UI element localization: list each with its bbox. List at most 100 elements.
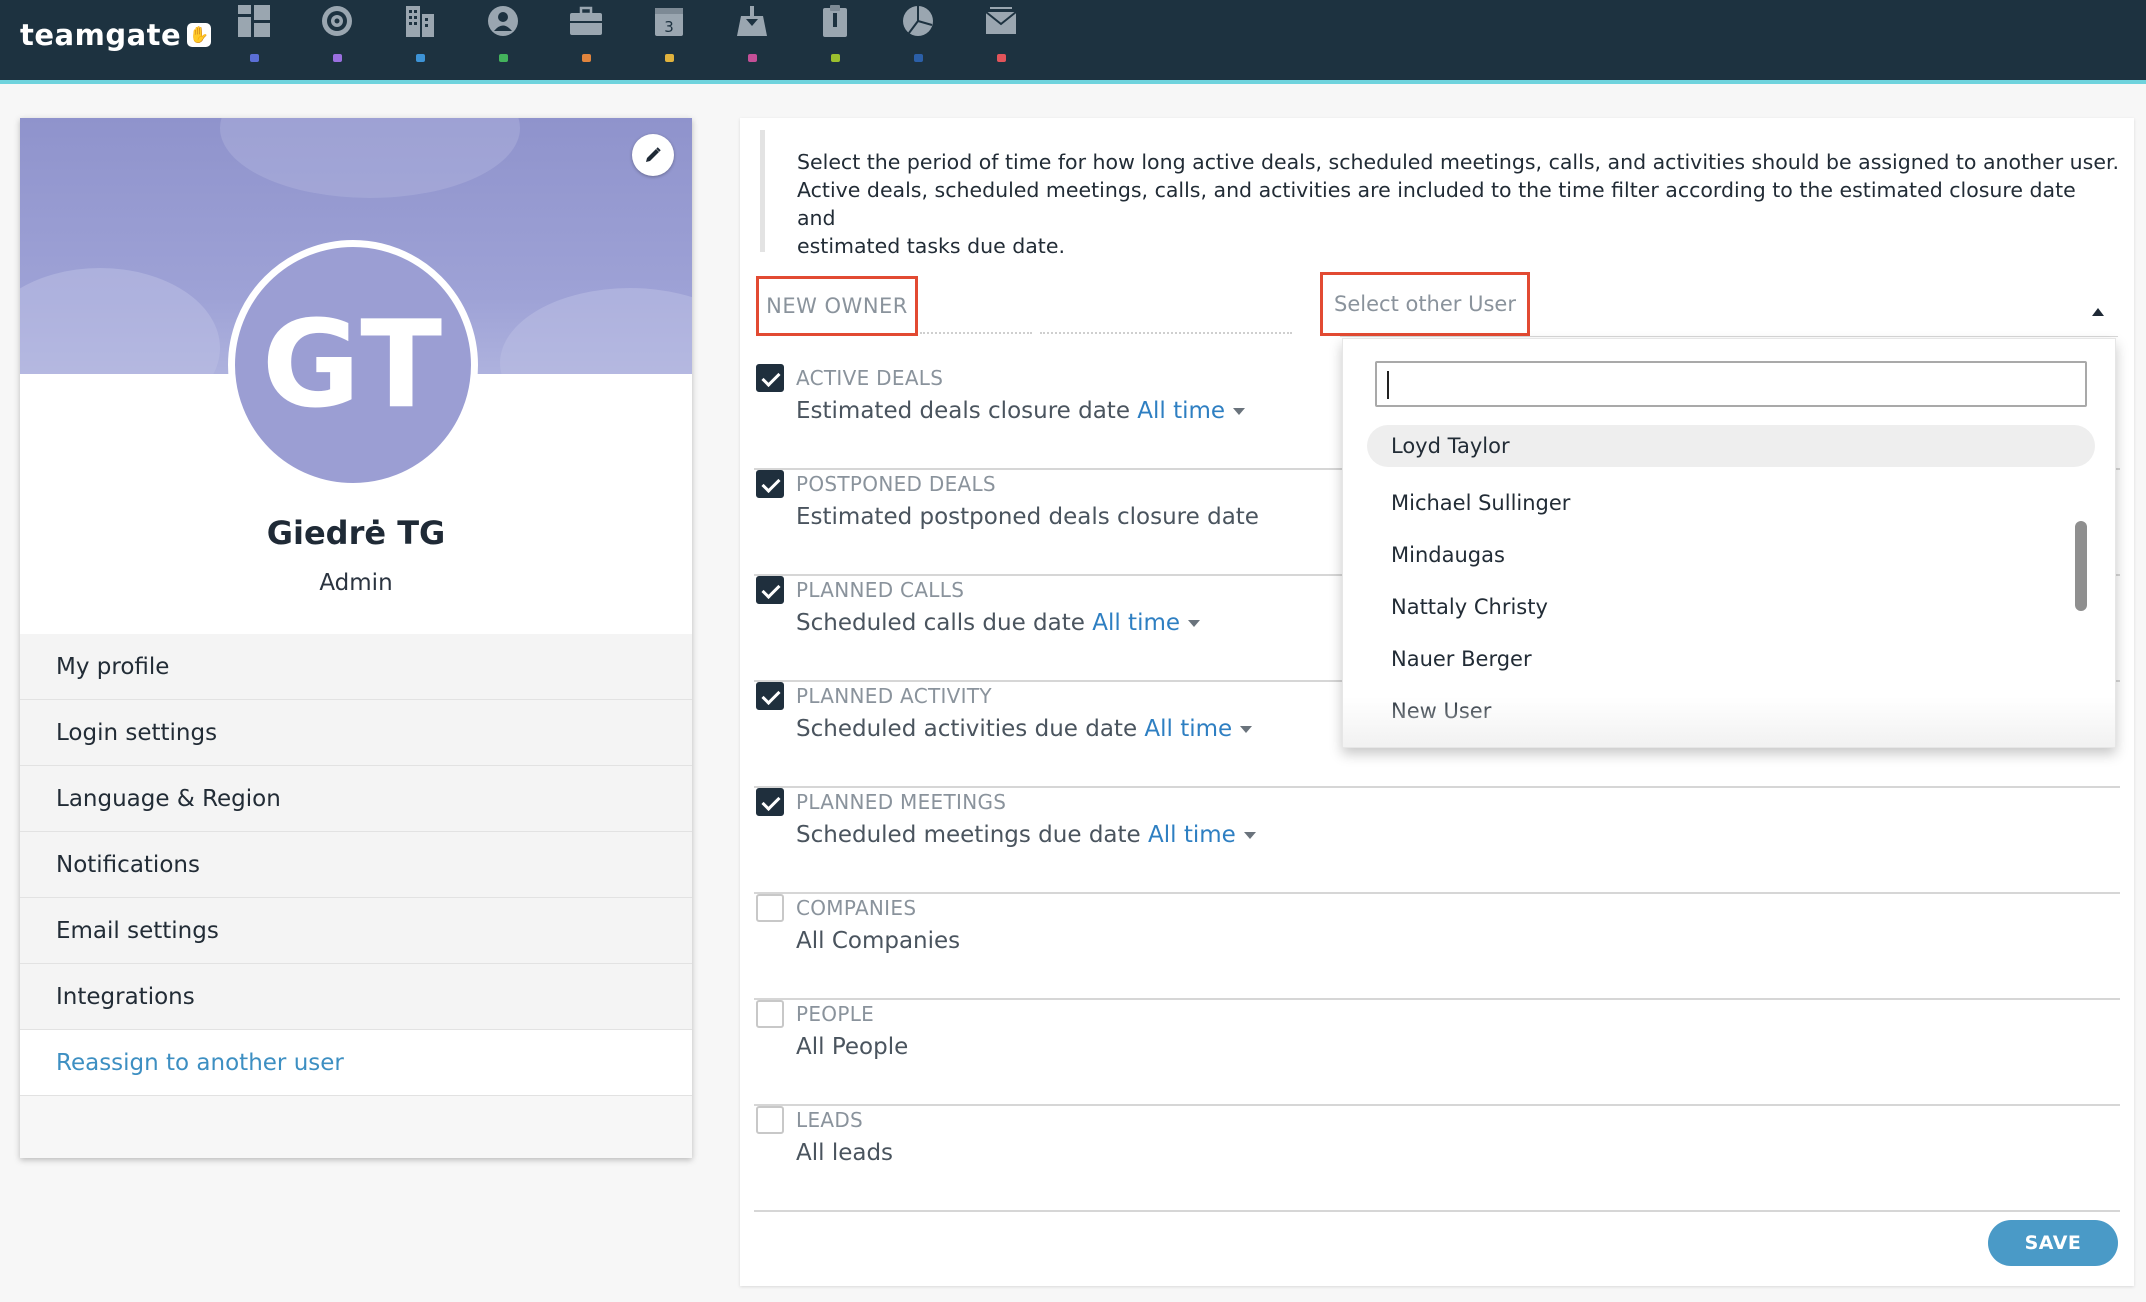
nav-dot: [913, 54, 923, 62]
profile-card: GT Giedrė TG Admin My profile Login sett…: [20, 118, 692, 1158]
nav-dot: [498, 54, 508, 62]
nav-leads[interactable]: [730, 4, 774, 66]
briefcase-icon: [570, 6, 602, 35]
pencil-icon: [646, 147, 661, 162]
divider: [1340, 336, 2118, 337]
caret-down-icon[interactable]: [1233, 408, 1246, 415]
nav-dot: [332, 54, 342, 62]
dropdown-scrollbar[interactable]: [2075, 521, 2087, 611]
caret-down-icon[interactable]: [1243, 832, 1256, 839]
menu-item-login-settings[interactable]: Login settings: [20, 700, 692, 766]
top-navigation-bar: teamgate ✋ 3: [0, 0, 2146, 84]
row-subtitle-text: All leads: [796, 1140, 894, 1166]
row-subtitle: All People: [796, 1030, 908, 1064]
select-user-dropdown[interactable]: Select other User: [1320, 272, 1530, 336]
checkbox-people[interactable]: [756, 1000, 784, 1028]
time-filter-link[interactable]: All time: [1148, 822, 1236, 848]
checkbox-planned-calls[interactable]: [756, 576, 784, 604]
user-option[interactable]: Mindaugas: [1367, 529, 2095, 581]
nav-dot: [996, 54, 1006, 62]
clipboard-icon: [823, 5, 847, 37]
time-filter-link[interactable]: All time: [1092, 610, 1180, 636]
row-subtitle-text: All Companies: [796, 928, 961, 954]
row-subtitle-text: Scheduled meetings due date: [796, 822, 1141, 848]
row-subtitle: Scheduled activities due date All time: [796, 712, 1253, 746]
user-option[interactable]: Michael Sullinger: [1367, 477, 2095, 529]
row-planned-meetings: PLANNED MEETINGS Scheduled meetings due …: [754, 788, 2120, 894]
mail-icon: [985, 7, 1017, 34]
avatar-initials: GT: [261, 295, 445, 435]
menu-item-integrations[interactable]: Integrations: [20, 964, 692, 1030]
nav-contacts[interactable]: [481, 4, 525, 66]
row-subtitle: Estimated postponed deals closure date: [796, 500, 1259, 534]
dropdown-fade: [1343, 697, 2115, 747]
profile-role: Admin: [319, 570, 393, 596]
nav-reports[interactable]: [896, 4, 940, 66]
nav-tasks[interactable]: [813, 4, 857, 66]
row-subtitle: Scheduled calls due date All time: [796, 606, 1201, 640]
row-subtitle-text: Scheduled calls due date: [796, 610, 1085, 636]
nav-dashboard[interactable]: [232, 4, 276, 66]
info-text-line: Select the period of time for how long a…: [797, 150, 2120, 174]
row-subtitle: Estimated deals closure date All time: [796, 394, 1246, 428]
nav-dot: [747, 54, 757, 62]
dashboard-icon: [238, 5, 270, 37]
menu-item-my-profile[interactable]: My profile: [20, 634, 692, 700]
row-title: PLANNED CALLS: [796, 578, 965, 602]
caret-down-icon[interactable]: [1240, 726, 1253, 733]
save-button[interactable]: SAVE: [1988, 1220, 2118, 1266]
row-leads: LEADS All leads: [754, 1106, 2120, 1212]
hand-logo-icon: ✋: [187, 23, 212, 47]
user-option[interactable]: Loyd Taylor: [1367, 425, 2095, 467]
nav-deals[interactable]: [564, 4, 608, 66]
time-filter-link[interactable]: All time: [1144, 716, 1232, 742]
checkbox-planned-activity[interactable]: [756, 682, 784, 710]
row-title: PEOPLE: [796, 1002, 875, 1026]
row-companies: COMPANIES All Companies: [754, 894, 2120, 1000]
caret-down-icon[interactable]: [1188, 620, 1201, 627]
checkbox-planned-meetings[interactable]: [756, 788, 784, 816]
checkbox-leads[interactable]: [756, 1106, 784, 1134]
row-title: COMPANIES: [796, 896, 917, 920]
user-option[interactable]: Nauer Berger: [1367, 633, 2095, 685]
user-option[interactable]: Nattaly Christy: [1367, 581, 2095, 633]
time-filter-link[interactable]: All time: [1137, 398, 1225, 424]
profile-menu: My profile Login settings Language & Reg…: [20, 634, 692, 1096]
divider: [920, 332, 1032, 334]
nav-companies[interactable]: [398, 4, 442, 66]
user-search-input[interactable]: [1375, 361, 2087, 407]
avatar[interactable]: GT: [228, 240, 478, 490]
menu-item-reassign[interactable]: Reassign to another user: [20, 1030, 692, 1096]
buildings-icon: [406, 6, 434, 37]
checkbox-active-deals[interactable]: [756, 364, 784, 392]
nav-calendar[interactable]: 3: [647, 4, 691, 66]
nav-dot: [664, 54, 674, 62]
row-title: LEADS: [796, 1108, 864, 1132]
nav-dot: [249, 54, 259, 62]
info-text-line: estimated tasks due date.: [797, 234, 1065, 258]
checkbox-companies[interactable]: [756, 894, 784, 922]
row-subtitle-text: Estimated deals closure date: [796, 398, 1130, 424]
profile-name: Giedrė TG: [266, 514, 446, 552]
nav-dot: [415, 54, 425, 62]
nav-targets[interactable]: [315, 4, 359, 66]
edit-cover-button[interactable]: [632, 134, 674, 176]
checkbox-postponed-deals[interactable]: [756, 470, 784, 498]
menu-item-language-region[interactable]: Language & Region: [20, 766, 692, 832]
row-subtitle-text: Scheduled activities due date: [796, 716, 1138, 742]
row-title: POSTPONED DEALS: [796, 472, 996, 496]
app-logo[interactable]: teamgate ✋: [20, 18, 212, 52]
nav-mail[interactable]: [979, 4, 1023, 66]
row-subtitle: All leads: [796, 1136, 893, 1170]
menu-item-notifications[interactable]: Notifications: [20, 832, 692, 898]
calendar-icon: 3: [655, 8, 683, 36]
caret-up-icon[interactable]: [2092, 308, 2104, 316]
target-icon: [322, 6, 352, 36]
row-people: PEOPLE All People: [754, 1000, 2120, 1106]
divider: [1040, 332, 1292, 334]
logo-text: teamgate: [20, 18, 182, 52]
contact-icon: [488, 6, 518, 36]
user-options-list: Loyd Taylor Michael Sullinger Mindaugas …: [1367, 425, 2095, 737]
menu-item-email-settings[interactable]: Email settings: [20, 898, 692, 964]
nav-dot: [581, 54, 591, 62]
